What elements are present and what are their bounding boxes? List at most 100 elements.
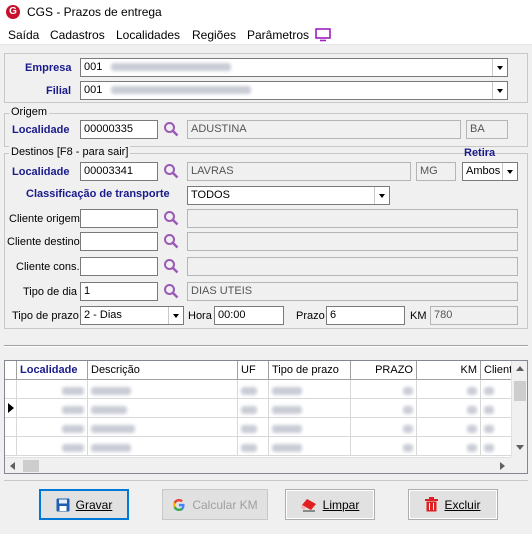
- scroll-left-icon[interactable]: [10, 462, 16, 470]
- tipo-prazo-label: Tipo de prazo: [12, 310, 79, 322]
- col-descricao[interactable]: Descrição: [88, 361, 238, 380]
- classificacao-label: Classificação de transporte: [26, 188, 170, 200]
- chevron-down-icon[interactable]: [168, 307, 183, 324]
- gravar-button[interactable]: Gravar: [39, 489, 129, 520]
- destinos-localidade-code[interactable]: 00003341: [80, 162, 158, 181]
- cliente-origem-input[interactable]: [80, 209, 158, 228]
- col-km[interactable]: KM: [417, 361, 481, 380]
- destinos-localidade-name: LAVRAS: [187, 162, 411, 181]
- google-icon: [173, 498, 185, 511]
- retira-select[interactable]: Ambos: [462, 162, 518, 181]
- menu-regioes[interactable]: Regiões: [192, 28, 236, 42]
- destinos-uf: MG: [416, 162, 456, 181]
- km-input: 780: [430, 306, 518, 325]
- col-uf[interactable]: UF: [238, 361, 269, 380]
- prazo-label: Prazo: [296, 310, 325, 322]
- cliente-origem-name: [187, 209, 518, 228]
- table-row[interactable]: [5, 418, 511, 437]
- tipo-prazo-select[interactable]: 2 - Dias: [80, 306, 184, 325]
- calcular-km-button[interactable]: Calcular KM: [162, 489, 268, 520]
- horizontal-scrollbar[interactable]: [5, 457, 511, 473]
- cliente-cons-input[interactable]: [80, 257, 158, 276]
- search-icon[interactable]: [163, 258, 179, 274]
- chevron-down-icon[interactable]: [492, 82, 507, 99]
- retira-value: Ambos: [466, 165, 501, 177]
- calcular-km-label: Calcular KM: [192, 497, 258, 512]
- menu-parametros[interactable]: Parâmetros: [247, 28, 309, 42]
- scroll-up-icon[interactable]: [516, 366, 524, 372]
- origem-localidade-name: ADUSTINA: [187, 120, 461, 139]
- search-icon[interactable]: [163, 163, 179, 179]
- horizontal-scroll-thumb[interactable]: [23, 460, 39, 472]
- empresa-label: Empresa: [25, 62, 72, 74]
- grid-indicator-header: [5, 361, 17, 380]
- save-icon: [56, 498, 70, 511]
- app-logo-icon: G: [6, 5, 20, 19]
- cliente-destino-label: Cliente destino: [7, 236, 80, 248]
- vertical-scroll-thumb[interactable]: [514, 381, 526, 401]
- table-row[interactable]: [5, 380, 511, 399]
- menu-localidades[interactable]: Localidades: [116, 28, 180, 42]
- monitor-icon[interactable]: [315, 28, 331, 42]
- search-icon[interactable]: [163, 121, 179, 137]
- cliente-destino-input[interactable]: [80, 232, 158, 251]
- menu-saida[interactable]: Saída: [8, 28, 39, 42]
- classificacao-value: TODOS: [191, 189, 230, 201]
- tipo-dia-label: Tipo de dia: [23, 286, 78, 298]
- search-icon[interactable]: [163, 210, 179, 226]
- search-icon[interactable]: [163, 233, 179, 249]
- col-tipo-prazo[interactable]: Tipo de prazo: [269, 361, 351, 380]
- empresa-name-redacted: [111, 63, 232, 72]
- empresa-code: 001: [84, 61, 103, 73]
- chevron-down-icon[interactable]: [502, 163, 517, 180]
- origem-title: Origem: [9, 106, 50, 118]
- destinations-grid[interactable]: Localidade Descrição UF Tipo de prazo PR…: [4, 360, 528, 474]
- separator: [4, 345, 528, 347]
- limpar-label: Limpar: [322, 497, 360, 512]
- scroll-right-icon[interactable]: [500, 462, 506, 470]
- table-row[interactable]: [5, 437, 511, 456]
- tipo-dia-name: DIAS UTEIS: [187, 282, 518, 301]
- search-icon[interactable]: [163, 283, 179, 299]
- origem-localidade-code[interactable]: 00000335: [80, 120, 158, 139]
- filial-name-redacted: [111, 86, 252, 95]
- excluir-button[interactable]: Excluir: [408, 489, 498, 520]
- empresa-select[interactable]: 001: [80, 58, 508, 77]
- grid-header: Localidade Descrição UF Tipo de prazo PR…: [5, 361, 511, 380]
- km-label: KM: [410, 310, 427, 322]
- hora-input[interactable]: 00:00: [214, 306, 284, 325]
- col-prazo[interactable]: PRAZO: [351, 361, 417, 380]
- menu-cadastros[interactable]: Cadastros: [50, 28, 105, 42]
- cliente-destino-name: [187, 232, 518, 251]
- chevron-down-icon[interactable]: [374, 187, 389, 204]
- excluir-label: Excluir: [444, 497, 481, 512]
- retira-label: Retira: [464, 147, 496, 159]
- origem-uf: BA: [466, 120, 508, 139]
- tipo-prazo-value: 2 - Dias: [84, 309, 122, 321]
- origem-localidade-label: Localidade: [12, 124, 70, 136]
- hora-label: Hora: [188, 310, 212, 322]
- window-title: CGS - Prazos de entrega: [27, 5, 162, 19]
- destinos-title: Destinos [F8 - para sair]: [9, 146, 131, 158]
- trash-icon: [425, 497, 439, 512]
- col-localidade[interactable]: Localidade: [17, 361, 88, 380]
- limpar-button[interactable]: Limpar: [285, 489, 375, 520]
- scroll-down-icon[interactable]: [516, 445, 524, 451]
- prazo-input[interactable]: 6: [326, 306, 405, 325]
- vertical-scrollbar[interactable]: [511, 361, 527, 457]
- row-selected-indicator-icon: [8, 403, 14, 413]
- scrollbar-corner: [511, 457, 527, 473]
- cliente-cons-label: Cliente cons.: [16, 261, 80, 273]
- chevron-down-icon[interactable]: [492, 59, 507, 76]
- eraser-icon: [300, 498, 316, 511]
- classificacao-select[interactable]: TODOS: [187, 186, 390, 205]
- filial-select[interactable]: 001: [80, 81, 508, 100]
- destinos-localidade-label: Localidade: [12, 166, 70, 178]
- table-row[interactable]: [5, 399, 511, 418]
- cliente-cons-name: [187, 257, 518, 276]
- filial-label: Filial: [46, 85, 72, 97]
- tipo-dia-code[interactable]: 1: [80, 282, 158, 301]
- filial-code: 001: [84, 84, 103, 96]
- col-cliente[interactable]: Client: [481, 361, 511, 380]
- cliente-origem-label: Cliente origem: [9, 213, 80, 225]
